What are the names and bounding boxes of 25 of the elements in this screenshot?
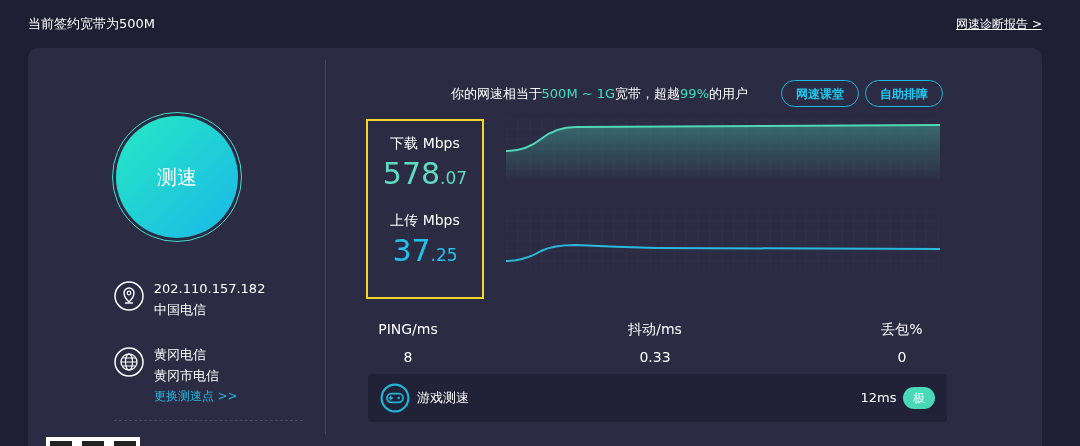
game-speed-bar[interactable]: 游戏测速 12ms 极 [368, 374, 947, 422]
change-server-link[interactable]: 更换测速点 >> [153, 389, 238, 403]
gamepad-icon [380, 383, 410, 413]
server-text: 黄冈电信 [153, 346, 207, 364]
stat-value: 8 [402, 347, 414, 367]
download-speed-value: 578.07 [381, 155, 469, 193]
location-text: 202.110.157.182 [153, 280, 266, 298]
report-link[interactable]: 网速诊断报告 > [956, 15, 1042, 33]
location-pin-icon [114, 281, 144, 312]
game-label: 游戏测速 [416, 389, 469, 408]
globe-icon [114, 347, 144, 378]
download-label: 下载 Mbps [389, 134, 461, 153]
stat-value: 0 [896, 347, 908, 367]
stat-label: 抖动/ms [627, 320, 683, 339]
upload-label: 上传 Mbps [389, 211, 461, 230]
stat-label: 丢包% [880, 320, 924, 339]
rating-badge: 极 [903, 387, 935, 409]
latency-text: 12ms [860, 389, 897, 408]
upload-speed-value: 37.25 [391, 232, 459, 270]
summary-text: 你的网速相当于500M ~ 1G宽带，超越99%的用户 [450, 84, 748, 103]
stat-label: PING/ms [377, 320, 439, 339]
stat-value: 0.33 [638, 347, 672, 367]
location-text: 中国电信 [153, 301, 207, 319]
plan-text: 当前签约宽带为500M [28, 15, 156, 34]
server-text: 黄冈市电信 [153, 367, 220, 385]
